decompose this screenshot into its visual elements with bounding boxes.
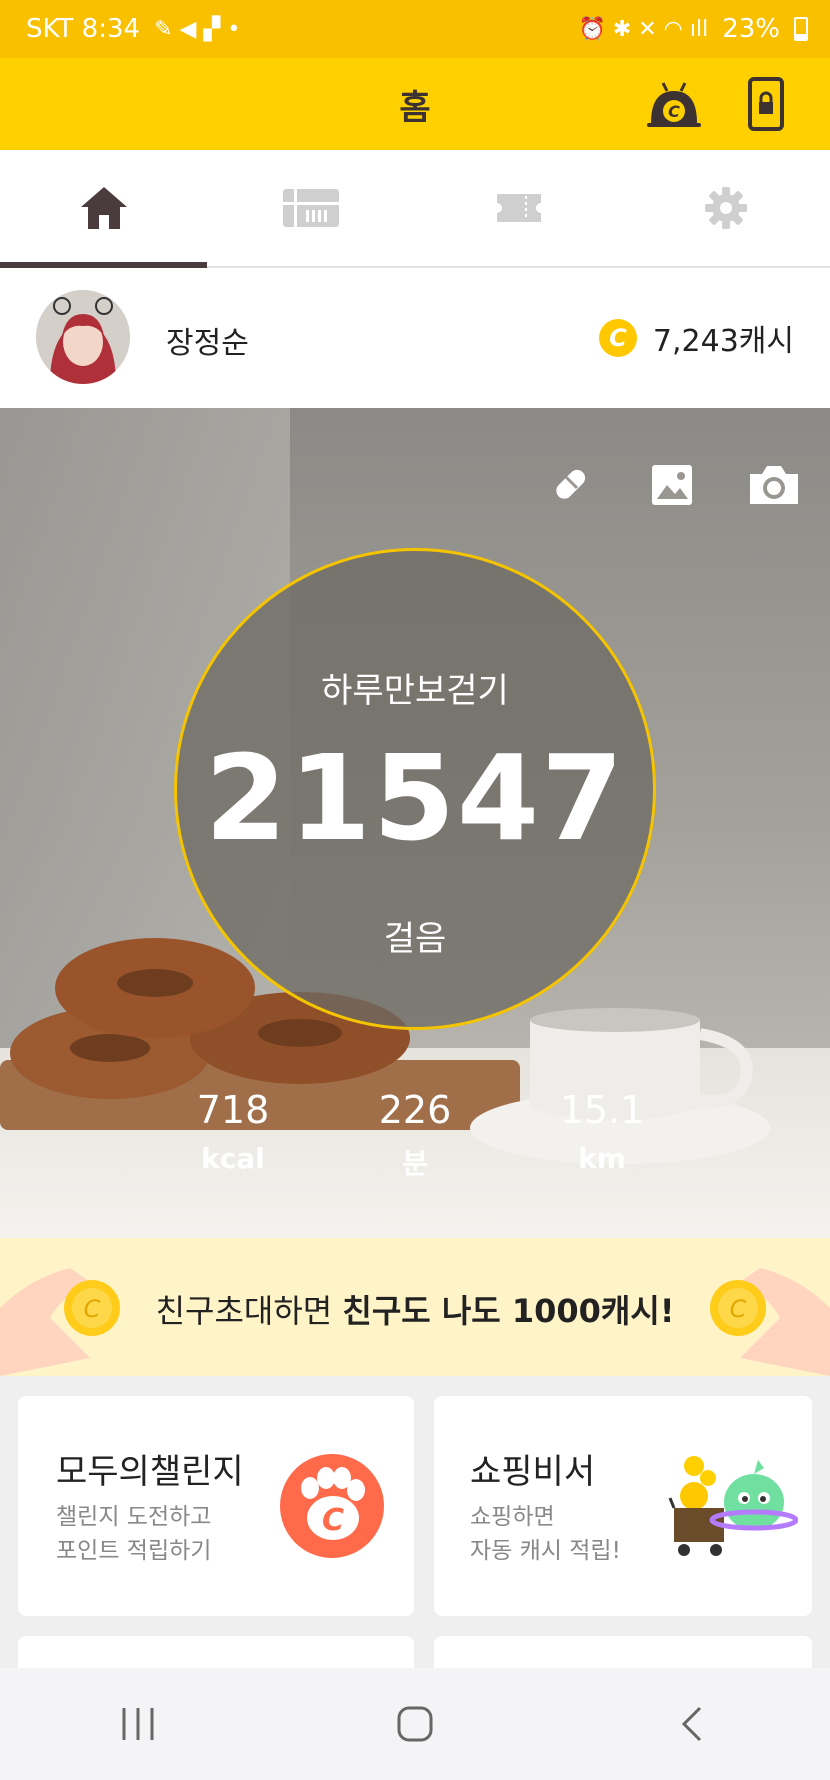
card-subtitle: 챌린지 도전하고 포인트 적립하기 [56,1500,211,1568]
image-icon [652,465,692,505]
cash-robot-icon: C [647,82,701,127]
shopping-card[interactable]: 쇼핑비서 쇼핑하면 자동 캐시 적립! [434,1396,812,1616]
card-sub-line: 포인트 적립하기 [56,1538,212,1564]
page-title: 홈 [399,88,431,128]
cash-robot-button[interactable]: C [644,76,704,132]
back-button[interactable] [632,1684,752,1764]
eraser-icon [556,469,586,499]
coin-icon: C [598,319,637,357]
svg-text:C: C [730,1295,747,1323]
status-bar: SKT 8:34 ✎ ◀ ▞ • ⏰ ✱ ✕ ◠ ıll 23% [0,0,830,58]
profile-row: 장정순 C 7,243캐시 [0,268,830,408]
card-title: 모두의챌린지 [56,1452,244,1492]
tab-bar [0,150,830,268]
carrier-time: SKT 8:34 [26,14,141,44]
invite-banner[interactable]: C 친구초대하면 친구도 나도 1000캐시! C [0,1238,830,1376]
tab-ticket[interactable] [415,150,623,266]
tab-home[interactable] [0,150,208,268]
cash-amount: 7,243캐시 [652,324,794,359]
phone-lock-icon [748,77,784,131]
stat-unit: 분 [402,1147,428,1180]
shopping-mascot-icon [668,1456,798,1556]
avatar-image [36,290,130,384]
tab-settings[interactable] [623,150,830,266]
screen-lock-button[interactable] [736,76,796,132]
card-sub-line: 쇼핑하면 [470,1504,555,1530]
step-unit: 걸음 [383,919,447,959]
recent-apps-icon [122,1708,154,1740]
avatar[interactable] [36,290,130,384]
hero-toolbar [542,460,802,510]
gear-icon [705,187,748,229]
card-sub-line: 자동 캐시 적립! [470,1538,621,1564]
card-title: 쇼핑비서 [470,1452,596,1492]
stat-value: 15.1 [559,1088,645,1132]
battery-percent: 23% [722,14,780,44]
ticket-icon [496,194,541,222]
tab-gift-card[interactable] [208,150,416,266]
banner-text-bold: 친구도 나도 1000캐시! [342,1292,675,1330]
stat-unit: kcal [201,1142,265,1175]
step-count: 21547 [204,729,626,867]
camera-icon [750,466,798,504]
back-chevron-icon [681,1706,701,1742]
system-icons: ⏰ ✱ ✕ ◠ ıll [578,16,709,42]
step-counter-ring[interactable]: 하루만보걷기 21547 걸음 [174,548,656,1030]
stat-value: 718 [196,1088,270,1132]
hand-coin-right-icon: C [710,1268,830,1376]
step-hero: 하루만보걷기 21547 걸음 718 kcal 226 분 15.1 km [0,408,830,1238]
step-label: 하루만보걷기 [321,671,509,711]
camera-button[interactable] [746,460,802,510]
username: 장정순 [166,326,249,361]
stat-calories: 718 kcal [153,1088,313,1175]
svg-text:C: C [668,102,680,121]
recent-apps-button[interactable] [78,1684,198,1764]
eraser-button[interactable] [542,460,598,510]
stat-value: 226 [378,1088,452,1132]
app-header: 홈 C [0,58,830,150]
paw-coin-icon: C [280,1454,384,1558]
stat-distance: 15.1 km [522,1088,682,1175]
home-nav-button[interactable] [355,1684,475,1764]
stat-minutes: 226 분 [335,1088,495,1182]
gift-card-icon [283,189,340,227]
cash-balance[interactable]: C 7,243캐시 [598,316,794,360]
system-nav-bar [0,1668,830,1780]
card-subtitle: 쇼핑하면 자동 캐시 적립! [470,1500,621,1568]
card-sub-line: 챌린지 도전하고 [56,1504,212,1530]
challenge-card[interactable]: 모두의챌린지 챌린지 도전하고 포인트 적립하기 C [18,1396,414,1616]
svg-text:C: C [322,1503,344,1538]
battery-icon [794,17,808,41]
home-circle-icon [397,1706,433,1742]
stat-unit: km [578,1142,626,1175]
notification-icons: ✎ ◀ ▞ • [154,16,241,42]
banner-text-normal: 친구초대하면 [155,1292,343,1330]
gallery-button[interactable] [644,460,700,510]
home-icon [80,187,127,229]
